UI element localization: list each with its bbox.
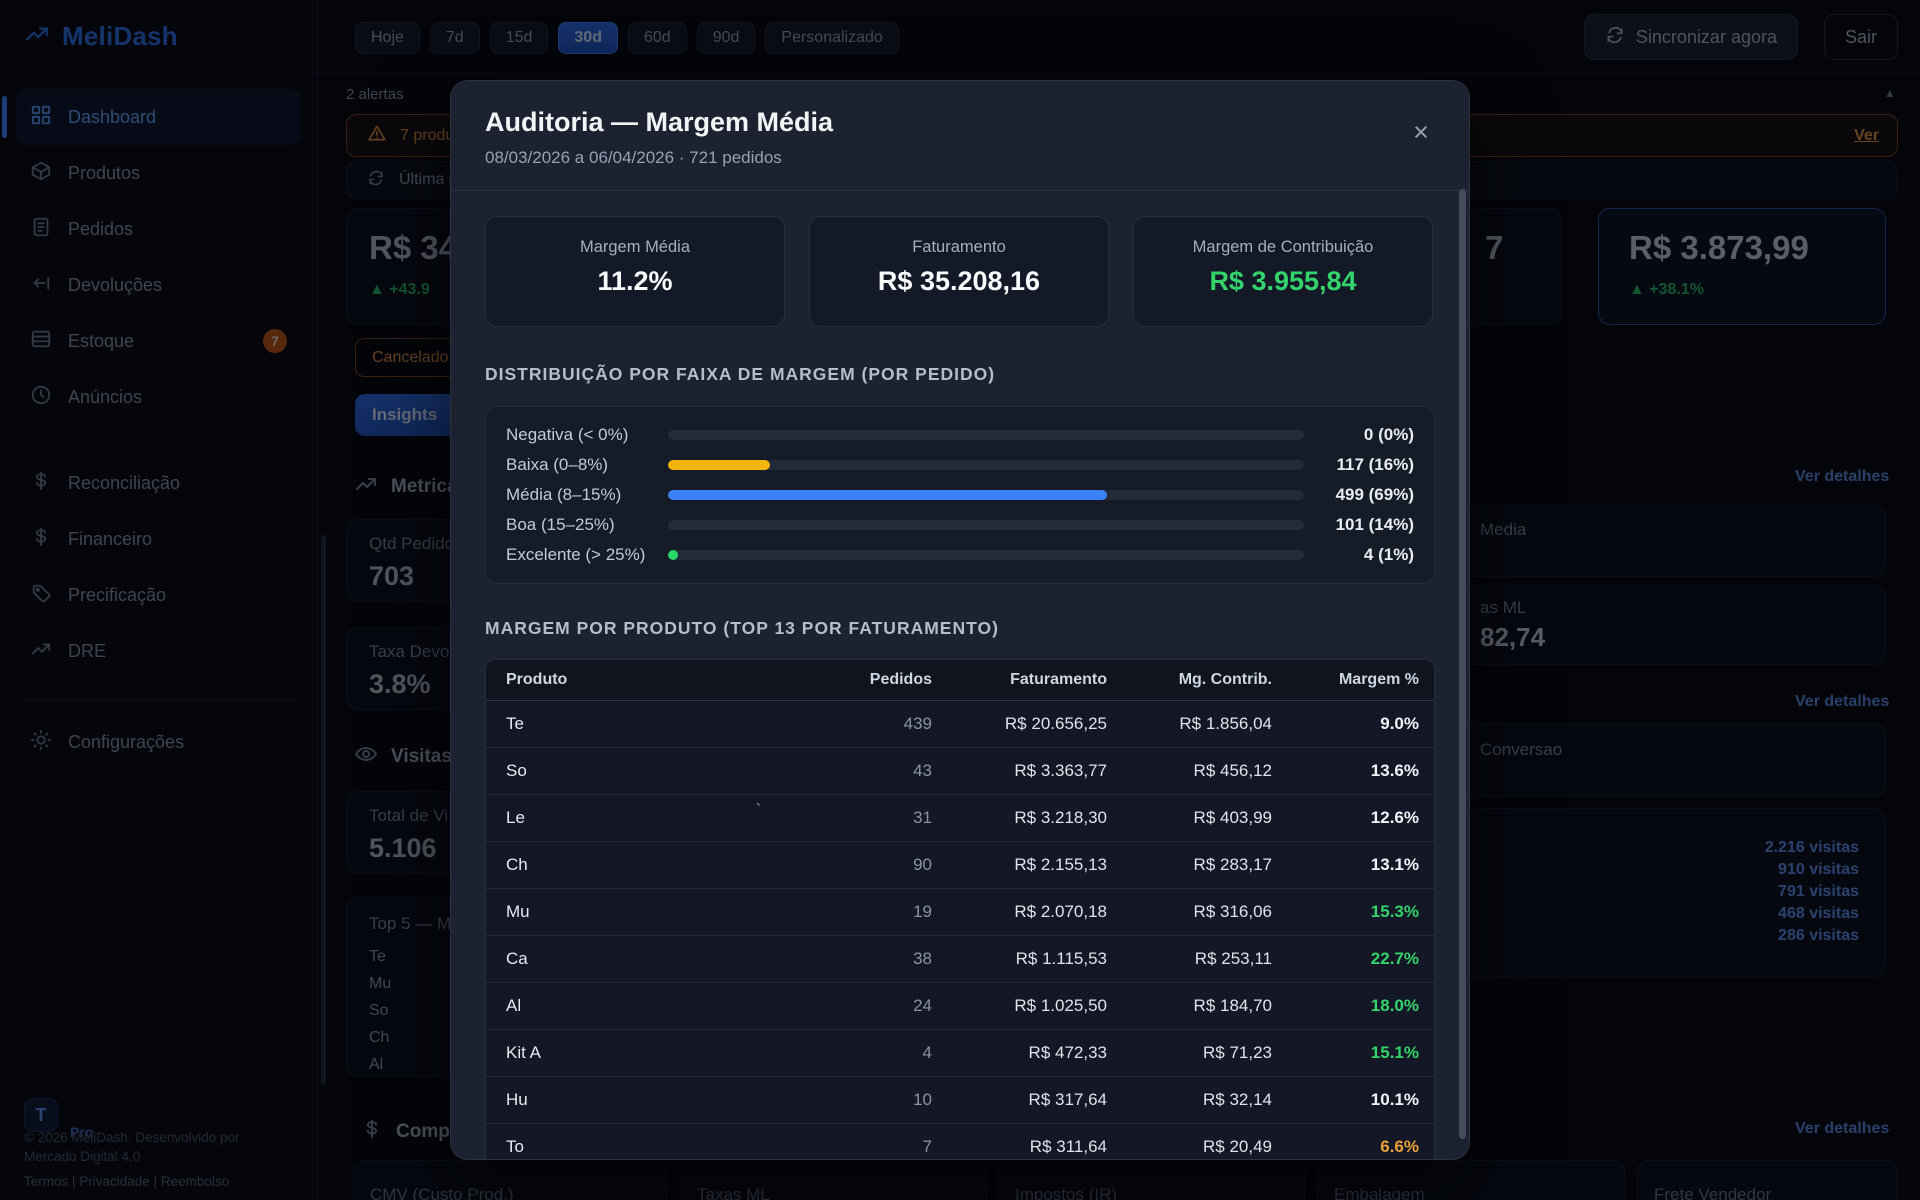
table-row: Mu19R$ 2.070,18R$ 316,0615.3% — [486, 889, 1434, 936]
stat-card-margem-media: Margem Média 11.2% — [485, 216, 785, 327]
modal-scrollbar[interactable] — [1459, 189, 1466, 1139]
close-icon[interactable]: × — [1403, 115, 1439, 151]
col-margem: Margem % — [1287, 660, 1434, 700]
modal-body: Margem Média 11.2% Faturamento R$ 35.208… — [451, 191, 1469, 1160]
stat-card-margem-contribuicao: Margem de Contribuição R$ 3.955,84 — [1133, 216, 1433, 327]
modal-subtitle: 08/03/2026 a 06/04/2026 · 721 pedidos — [485, 148, 1435, 168]
distribution-heading: DISTRIBUIÇÃO POR FAIXA DE MARGEM (POR PE… — [485, 364, 1435, 385]
bar-fill — [668, 490, 1107, 500]
bar-track — [668, 520, 1304, 530]
table-row: So43R$ 3.363,77R$ 456,1213.6% — [486, 748, 1434, 795]
col-pedidos: Pedidos — [797, 660, 947, 700]
dist-row-media: Média (8–15%) 499 (69%) — [506, 485, 1414, 505]
modal-header: Auditoria — Margem Média 08/03/2026 a 06… — [451, 81, 1469, 191]
margin-table: Produto Pedidos Faturamento Mg. Contrib.… — [485, 659, 1435, 1160]
bar-track — [668, 460, 1304, 470]
table-heading: MARGEM POR PRODUTO (TOP 13 POR FATURAMEN… — [485, 618, 1435, 639]
stat-label: Faturamento — [810, 238, 1108, 257]
table-row: Kit A4R$ 472,33R$ 71,2315.1% — [486, 1030, 1434, 1077]
table-row: Ch90R$ 2.155,13R$ 283,1713.1% — [486, 842, 1434, 889]
screen: Hoje 7d 15d 30d 60d 90d Personalizado Si… — [0, 0, 1920, 1200]
col-produto: Produto — [486, 660, 797, 700]
stat-label: Margem de Contribuição — [1134, 238, 1432, 257]
col-contrib: Mg. Contrib. — [1122, 660, 1287, 700]
bar-track — [668, 490, 1304, 500]
table-row: Te439R$ 20.656,25R$ 1.856,049.0% — [486, 701, 1434, 748]
dist-row-boa: Boa (15–25%) 101 (14%) — [506, 515, 1414, 535]
stray-mark: ` — [756, 801, 761, 818]
stat-card-faturamento: Faturamento R$ 35.208,16 — [809, 216, 1109, 327]
table-row: Al24R$ 1.025,50R$ 184,7018.0% — [486, 983, 1434, 1030]
stat-cards: Margem Média 11.2% Faturamento R$ 35.208… — [485, 216, 1435, 327]
bar-track — [668, 430, 1304, 440]
stat-value: R$ 3.955,84 — [1134, 266, 1432, 297]
table-row: Le`31R$ 3.218,30R$ 403,9912.6% — [486, 795, 1434, 842]
stat-value: R$ 35.208,16 — [810, 266, 1108, 297]
dist-row-negativa: Negativa (< 0%) 0 (0%) — [506, 425, 1414, 445]
dist-row-excelente: Excelente (> 25%) 4 (1%) — [506, 545, 1414, 565]
bar-fill — [668, 460, 770, 470]
dist-row-baixa: Baixa (0–8%) 117 (16%) — [506, 455, 1414, 475]
stat-value: 11.2% — [486, 266, 784, 297]
bar-track — [668, 550, 1304, 560]
col-faturamento: Faturamento — [947, 660, 1122, 700]
modal-title: Auditoria — Margem Média — [485, 107, 1435, 138]
table-row: Hu10R$ 317,64R$ 32,1410.1% — [486, 1077, 1434, 1124]
table-row: Ca38R$ 1.115,53R$ 253,1122.7% — [486, 936, 1434, 983]
audit-modal: Auditoria — Margem Média 08/03/2026 a 06… — [450, 80, 1470, 1160]
distribution-panel: Negativa (< 0%) 0 (0%) Baixa (0–8%) 117 … — [485, 406, 1435, 584]
table-row: To7R$ 311,64R$ 20,496.6% — [486, 1124, 1434, 1160]
stat-label: Margem Média — [486, 238, 784, 257]
bar-fill — [668, 550, 678, 560]
table-header: Produto Pedidos Faturamento Mg. Contrib.… — [486, 660, 1434, 701]
